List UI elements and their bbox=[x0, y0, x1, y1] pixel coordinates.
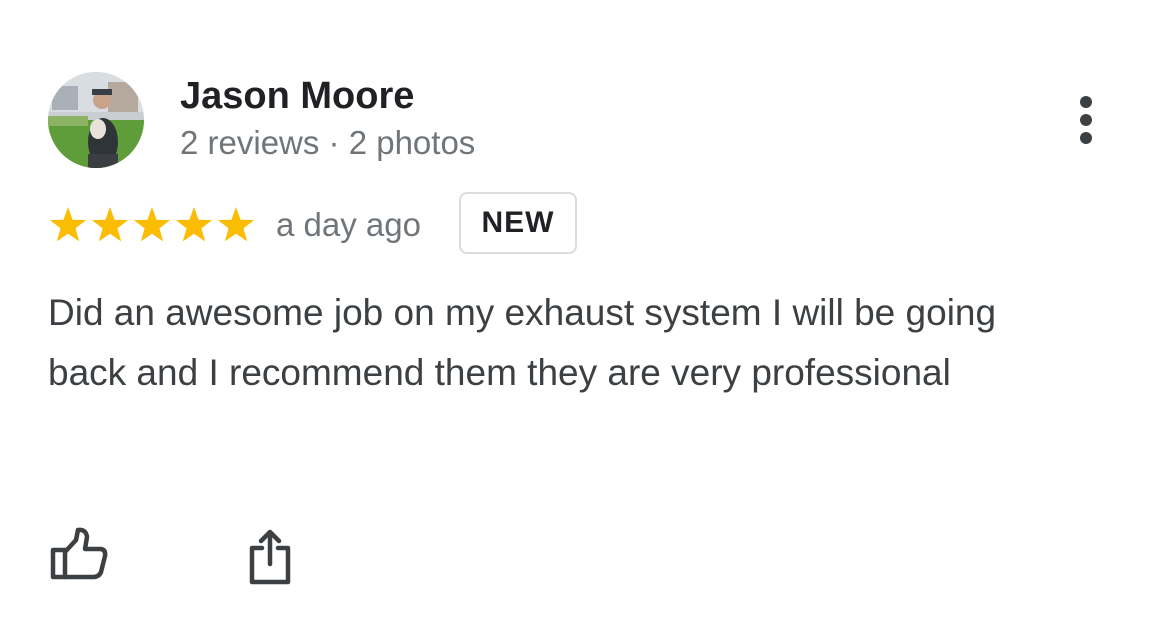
more-vert-icon[interactable] bbox=[1064, 92, 1108, 148]
share-icon[interactable] bbox=[238, 524, 302, 588]
star-icon bbox=[217, 207, 255, 242]
review-text: Did an awesome job on my exhaust system … bbox=[48, 292, 997, 393]
author-meta: 2 reviews · 2 photos bbox=[180, 124, 476, 161]
more-dot bbox=[1080, 114, 1092, 126]
star-icon bbox=[49, 207, 87, 242]
thumbs-up-icon[interactable] bbox=[48, 524, 112, 588]
star-icon bbox=[175, 207, 213, 242]
more-dot bbox=[1080, 132, 1092, 144]
rating-row: a day ago NEW bbox=[48, 192, 748, 258]
star-icon bbox=[133, 207, 171, 242]
star-rating bbox=[48, 205, 258, 245]
author-avatar[interactable] bbox=[48, 72, 144, 168]
new-badge: NEW bbox=[459, 192, 577, 254]
author-name[interactable]: Jason Moore bbox=[180, 73, 414, 119]
star-icon bbox=[91, 207, 129, 242]
review-time: a day ago bbox=[276, 206, 421, 243]
more-dot bbox=[1080, 96, 1092, 108]
review-card: Jason Moore 2 reviews · 2 photos a day a… bbox=[0, 0, 1170, 642]
